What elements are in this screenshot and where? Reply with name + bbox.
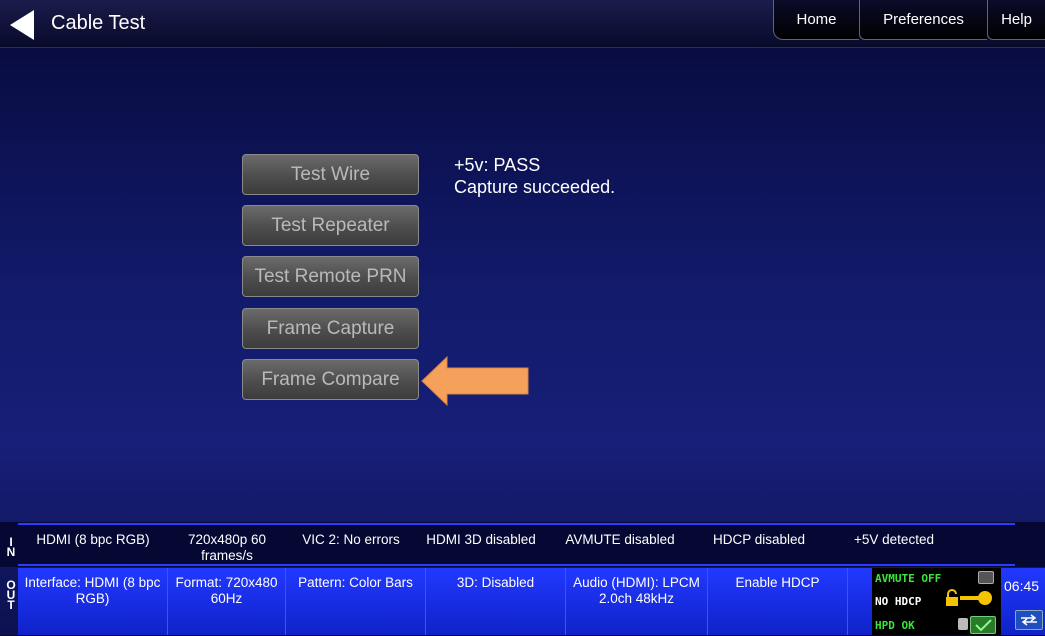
in-3d: HDMI 3D disabled [426,532,536,547]
out-3d-button[interactable]: 3D: Disabled [426,568,566,635]
test-remote-prn-button[interactable]: Test Remote PRN [242,256,419,297]
header-bar: Cable Test Home Preferences Help [0,0,1045,48]
out-label: OUT [6,578,16,612]
in-hdcp: HDCP disabled [712,532,806,547]
test-repeater-button[interactable]: Test Repeater [242,205,419,246]
back-arrow-icon[interactable] [10,10,34,40]
frame-compare-button[interactable]: Frame Compare [242,359,419,400]
signal-status-panel: AVMUTE OFF NO HDCP HPD OK [872,568,1001,635]
in-5v: +5V detected [854,532,934,547]
page-title: Cable Test [51,12,146,34]
enable-hdcp-button[interactable]: Enable HDCP [708,568,848,635]
in-vic: VIC 2: No errors [302,532,400,547]
header-tabs: Home Preferences Help [773,0,1045,42]
clock: 06:45 [1004,578,1040,594]
out-format-button[interactable]: Format: 720x480 60Hz [168,568,286,635]
hpd-status: HPD OK [875,619,915,632]
cable-plug-icon [958,618,968,630]
out-interface-button[interactable]: Interface: HDMI (8 bpc RGB) [18,568,168,635]
test-wire-button[interactable]: Test Wire [242,154,419,195]
frame-capture-button[interactable]: Frame Capture [242,308,419,349]
tab-preferences[interactable]: Preferences [859,0,987,40]
avmute-status: AVMUTE OFF [875,572,942,585]
status-line-5v: +5v: PASS [454,155,541,175]
check-icon [970,616,996,634]
hdcp-status: NO HDCP [875,595,922,608]
tab-home[interactable]: Home [773,0,859,40]
transfer-icon[interactable] [1015,610,1043,630]
key-lock-icon [946,589,992,606]
out-audio-button[interactable]: Audio (HDMI): LPCM 2.0ch 48kHz [566,568,708,635]
in-format: 720x480p 60 frames/s [187,532,267,563]
test-status: +5v: PASS Capture succeeded. [454,154,615,198]
input-status-row: HDMI (8 bpc RGB) 720x480p 60 frames/s VI… [18,523,1015,566]
screen: Cable Test Home Preferences Help Test Wi… [0,0,1045,635]
in-label: IN [6,535,16,559]
in-interface: HDMI (8 bpc RGB) [36,532,150,547]
tab-help[interactable]: Help [987,0,1045,40]
status-line-capture: Capture succeeded. [454,177,616,197]
out-pattern-button[interactable]: Pattern: Color Bars [286,568,426,635]
pointer-arrow-icon [421,355,529,407]
in-avmute: AVMUTE disabled [565,532,675,547]
display-icon [978,571,994,584]
